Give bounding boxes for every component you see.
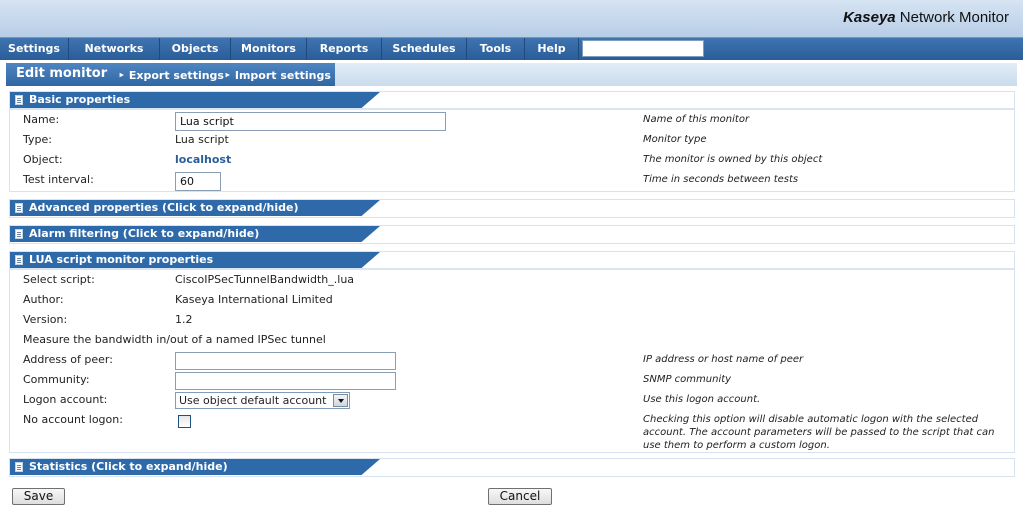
nologon-hint-3: use them to perform a custom logon. <box>643 440 830 451</box>
no-account-logon-checkbox[interactable] <box>178 415 191 428</box>
object-hint: The monitor is owned by this object <box>643 154 823 165</box>
script-label: Select script: <box>23 273 95 286</box>
brand-logo: Kaseya Network Monitor <box>843 9 1009 26</box>
page-title-tab: Edit monitor ‣ Export settings ‣ Import … <box>6 63 335 86</box>
type-value: Lua script <box>175 133 229 146</box>
logon-hint: Use this logon account. <box>643 394 761 405</box>
document-icon <box>15 229 23 239</box>
chevron-down-icon[interactable] <box>333 394 348 407</box>
app-header: Kaseya Network Monitor <box>0 0 1023 37</box>
author-label: Author: <box>23 293 64 306</box>
statistics-section: Statistics (Click to expand/hide) <box>9 458 1015 477</box>
lua-script-section: LUA script monitor properties Select scr… <box>9 251 1015 453</box>
basic-properties-title: Basic properties <box>29 93 131 106</box>
advanced-properties-title: Advanced properties (Click to expand/hid… <box>29 201 299 214</box>
basic-properties-header[interactable]: Basic properties <box>10 92 380 108</box>
community-hint: SNMP community <box>643 374 732 385</box>
menu-search-input[interactable] <box>582 40 704 57</box>
document-icon <box>15 203 23 213</box>
alarm-filtering-header[interactable]: Alarm filtering (Click to expand/hide) <box>10 226 380 242</box>
menu-networks[interactable]: Networks <box>69 38 160 60</box>
brand-name-rest: Network Monitor <box>899 9 1009 26</box>
interval-hint: Time in seconds between tests <box>643 174 799 185</box>
page-title: Edit monitor <box>16 66 108 81</box>
nologon-hint-1: Checking this option will disable automa… <box>643 414 979 425</box>
interval-label: Test interval: <box>23 173 94 186</box>
import-settings-label: Import settings <box>234 69 331 82</box>
lua-script-title: LUA script monitor properties <box>29 253 214 266</box>
document-icon <box>15 95 23 105</box>
nologon-label: No account logon: <box>23 413 123 426</box>
page-title-bar: Edit monitor ‣ Export settings ‣ Import … <box>6 63 1017 86</box>
version-value: 1.2 <box>175 313 193 326</box>
alarm-filtering-section: Alarm filtering (Click to expand/hide) <box>9 225 1015 244</box>
logon-account-select[interactable]: Use object default account <box>175 392 350 409</box>
menu-reports[interactable]: Reports <box>307 38 382 60</box>
menu-schedules[interactable]: Schedules <box>382 38 467 60</box>
export-settings-label: Export settings <box>128 69 224 82</box>
name-input[interactable]: Lua script <box>175 112 446 131</box>
statistics-title: Statistics (Click to expand/hide) <box>29 460 228 473</box>
advanced-properties-header[interactable]: Advanced properties (Click to expand/hid… <box>10 200 380 216</box>
peer-address-input[interactable] <box>175 352 396 370</box>
object-label: Object: <box>23 153 63 166</box>
peer-hint: IP address or host name of peer <box>643 354 804 365</box>
type-label: Type: <box>23 133 52 146</box>
community-label: Community: <box>23 373 90 386</box>
alarm-filtering-title: Alarm filtering (Click to expand/hide) <box>29 227 260 240</box>
type-hint: Monitor type <box>643 134 707 145</box>
cancel-button[interactable]: Cancel <box>488 488 552 505</box>
main-menu-bar: Settings Networks Objects Monitors Repor… <box>0 37 1023 60</box>
script-description: Measure the bandwidth in/out of a named … <box>23 333 326 346</box>
document-icon <box>15 462 23 472</box>
menu-settings[interactable]: Settings <box>0 38 69 60</box>
export-settings-link[interactable]: ‣ Export settings <box>118 69 224 82</box>
advanced-properties-section: Advanced properties (Click to expand/hid… <box>9 199 1015 218</box>
logon-label: Logon account: <box>23 393 108 406</box>
import-settings-link[interactable]: ‣ Import settings <box>224 69 331 82</box>
object-link[interactable]: localhost <box>175 153 231 166</box>
peer-label: Address of peer: <box>23 353 113 366</box>
basic-properties-section: Basic properties Name: Lua script Name o… <box>9 91 1015 192</box>
name-label: Name: <box>23 113 60 126</box>
interval-input[interactable]: 60 <box>175 172 221 191</box>
statistics-header[interactable]: Statistics (Click to expand/hide) <box>10 459 380 475</box>
menu-monitors[interactable]: Monitors <box>231 38 307 60</box>
document-icon <box>15 255 23 265</box>
brand-name-bold: Kaseya <box>843 9 896 26</box>
lua-script-header[interactable]: LUA script monitor properties <box>10 252 380 268</box>
save-button[interactable]: Save <box>12 488 65 505</box>
logon-account-value: Use object default account <box>179 394 327 407</box>
author-value: Kaseya International Limited <box>175 293 333 306</box>
menu-objects[interactable]: Objects <box>160 38 231 60</box>
name-hint: Name of this monitor <box>643 114 750 125</box>
version-label: Version: <box>23 313 68 326</box>
nologon-hint-2: account. The account parameters will be … <box>643 427 995 438</box>
script-value: CiscoIPSecTunnelBandwidth_.lua <box>175 273 355 286</box>
menu-tools[interactable]: Tools <box>467 38 525 60</box>
menu-help[interactable]: Help <box>525 38 579 60</box>
community-input[interactable] <box>175 372 396 390</box>
